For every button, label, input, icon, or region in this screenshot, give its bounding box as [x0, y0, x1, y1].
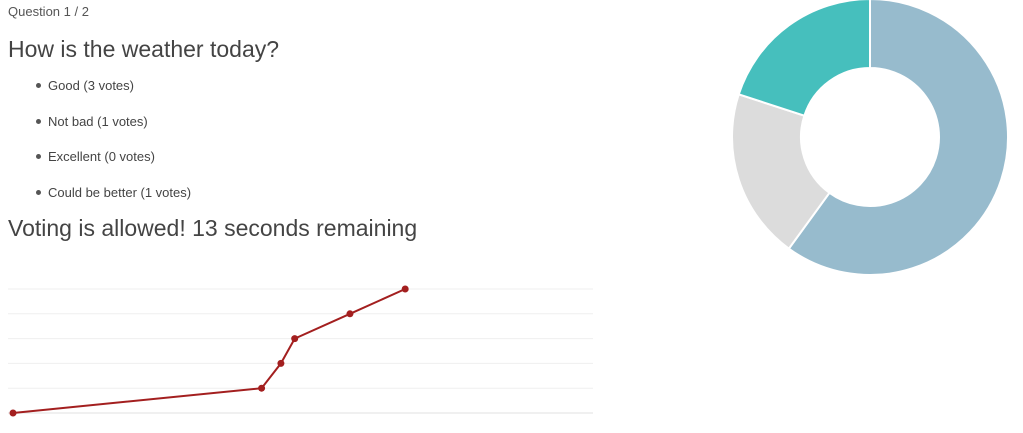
data-point: [9, 409, 17, 417]
question-title: How is the weather today?: [8, 36, 280, 62]
series-line: [12, 288, 406, 414]
option-label: Excellent (0 votes): [48, 149, 155, 164]
voting-status: Voting is allowed! 13 seconds remaining: [8, 215, 418, 241]
option-item: Not bad (1 votes): [0, 112, 191, 148]
data-point: [291, 335, 299, 343]
option-label: Good (3 votes): [48, 78, 134, 93]
bullet-icon: [36, 83, 41, 88]
bullet-icon: [36, 189, 41, 195]
question-counter: Question 1 / 2: [8, 4, 89, 19]
option-item: Good (3 votes): [0, 76, 191, 112]
option-item: Could be better (1 votes): [0, 183, 191, 219]
data-point: [346, 310, 354, 318]
option-item: Excellent (0 votes): [0, 147, 191, 183]
option-label: Could be better (1 votes): [48, 184, 192, 200]
data-point: [277, 359, 285, 367]
option-label: Not bad (1 votes): [48, 113, 148, 129]
bullet-icon: [36, 118, 41, 124]
donut-slice: [737, 0, 871, 117]
bullet-icon: [36, 154, 41, 159]
votes-line-chart: [8, 285, 593, 417]
data-point: [258, 384, 266, 392]
data-point: [401, 285, 409, 293]
votes-donut-chart: [731, 0, 1009, 276]
options-list: Good (3 votes) Not bad (1 votes) Excelle…: [0, 76, 191, 218]
